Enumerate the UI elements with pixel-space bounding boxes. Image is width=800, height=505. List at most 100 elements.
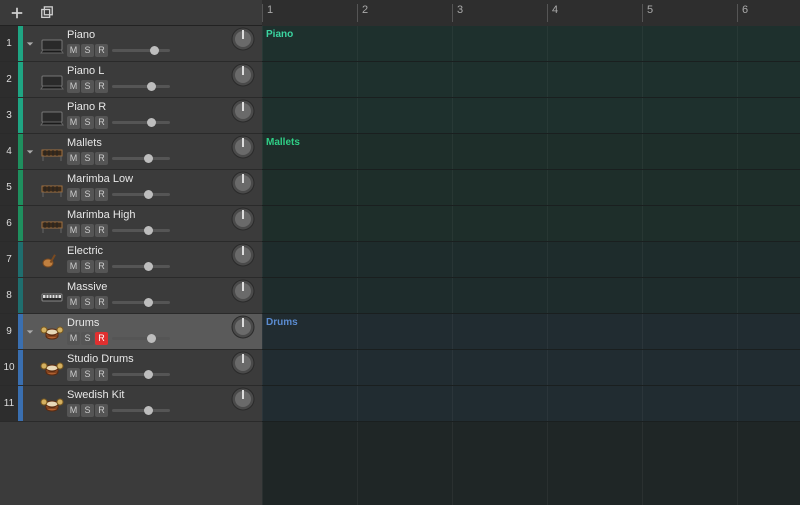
solo-button[interactable]: S bbox=[81, 116, 94, 129]
volume-slider[interactable] bbox=[112, 46, 170, 56]
track-row[interactable]: 6Marimba HighMSR bbox=[0, 206, 262, 242]
volume-slider[interactable] bbox=[112, 226, 170, 236]
volume-slider[interactable] bbox=[112, 82, 170, 92]
mute-button[interactable]: M bbox=[67, 44, 80, 57]
track-row[interactable]: 9DrumsMSR bbox=[0, 314, 262, 350]
solo-button[interactable]: S bbox=[81, 224, 94, 237]
record-button[interactable]: R bbox=[95, 44, 108, 57]
pan-knob[interactable] bbox=[230, 314, 256, 340]
pan-knob[interactable] bbox=[230, 278, 256, 304]
mute-button[interactable]: M bbox=[67, 404, 80, 417]
track-body: DrumsMSR bbox=[67, 314, 230, 349]
arrange-lane[interactable]: Mallets bbox=[262, 134, 800, 170]
disclosure-toggle[interactable] bbox=[23, 314, 37, 349]
arrange-lane[interactable] bbox=[262, 242, 800, 278]
mute-button[interactable]: M bbox=[67, 332, 80, 345]
add-track-button[interactable] bbox=[6, 4, 28, 22]
mallets-icon[interactable] bbox=[37, 134, 67, 169]
mute-button[interactable]: M bbox=[67, 188, 80, 201]
mallets-icon[interactable] bbox=[37, 206, 67, 241]
pan-knob[interactable] bbox=[230, 170, 256, 196]
track-row[interactable]: 1PianoMSR bbox=[0, 26, 262, 62]
pan-knob[interactable] bbox=[230, 242, 256, 268]
volume-slider[interactable] bbox=[112, 118, 170, 128]
pan-knob[interactable] bbox=[230, 62, 256, 88]
guitar-icon[interactable] bbox=[37, 242, 67, 277]
plus-icon bbox=[10, 6, 24, 20]
record-button[interactable]: R bbox=[95, 368, 108, 381]
track-row[interactable]: 3Piano RMSR bbox=[0, 98, 262, 134]
drums-icon[interactable] bbox=[37, 350, 67, 385]
msr-group: MSR bbox=[67, 404, 108, 417]
disclosure-toggle[interactable] bbox=[23, 134, 37, 169]
track-row[interactable]: 11Swedish KitMSR bbox=[0, 386, 262, 422]
solo-button[interactable]: S bbox=[81, 152, 94, 165]
solo-button[interactable]: S bbox=[81, 368, 94, 381]
record-button[interactable]: R bbox=[95, 224, 108, 237]
disclosure-toggle[interactable] bbox=[23, 26, 37, 61]
record-button[interactable]: R bbox=[95, 332, 108, 345]
arrange-lane[interactable]: Piano bbox=[262, 26, 800, 62]
arrange-lane[interactable]: Drums bbox=[262, 314, 800, 350]
record-button[interactable]: R bbox=[95, 188, 108, 201]
record-button[interactable]: R bbox=[95, 116, 108, 129]
arrange-lane[interactable] bbox=[262, 98, 800, 134]
mute-button[interactable]: M bbox=[67, 80, 80, 93]
mute-button[interactable]: M bbox=[67, 368, 80, 381]
solo-button[interactable]: S bbox=[81, 80, 94, 93]
track-row[interactable]: 7ElectricMSR bbox=[0, 242, 262, 278]
record-button[interactable]: R bbox=[95, 296, 108, 309]
pan-knob[interactable] bbox=[230, 350, 256, 376]
mute-button[interactable]: M bbox=[67, 116, 80, 129]
track-row[interactable]: 8MassiveMSR bbox=[0, 278, 262, 314]
volume-slider[interactable] bbox=[112, 370, 170, 380]
arrange-lane[interactable] bbox=[262, 206, 800, 242]
arrange-lane[interactable] bbox=[262, 278, 800, 314]
solo-button[interactable]: S bbox=[81, 188, 94, 201]
mute-button[interactable]: M bbox=[67, 296, 80, 309]
mallets-icon[interactable] bbox=[37, 170, 67, 205]
track-number: 3 bbox=[0, 98, 18, 133]
duplicate-track-button[interactable] bbox=[36, 4, 58, 22]
timeline-ruler[interactable]: 123456 bbox=[262, 0, 800, 26]
pan-knob[interactable] bbox=[230, 206, 256, 232]
track-row[interactable]: 2Piano LMSR bbox=[0, 62, 262, 98]
record-button[interactable]: R bbox=[95, 80, 108, 93]
solo-button[interactable]: S bbox=[81, 260, 94, 273]
volume-slider[interactable] bbox=[112, 190, 170, 200]
solo-button[interactable]: S bbox=[81, 296, 94, 309]
mute-button[interactable]: M bbox=[67, 224, 80, 237]
drums-icon[interactable] bbox=[37, 386, 67, 421]
pan-knob[interactable] bbox=[230, 386, 256, 412]
arrange-lane[interactable] bbox=[262, 62, 800, 98]
mute-button[interactable]: M bbox=[67, 260, 80, 273]
pan-knob[interactable] bbox=[230, 26, 256, 52]
volume-slider[interactable] bbox=[112, 334, 170, 344]
solo-button[interactable]: S bbox=[81, 404, 94, 417]
arrange-lane[interactable] bbox=[262, 386, 800, 422]
solo-button[interactable]: S bbox=[81, 44, 94, 57]
mute-button[interactable]: M bbox=[67, 152, 80, 165]
piano-icon[interactable] bbox=[37, 26, 67, 61]
track-row[interactable]: 5Marimba LowMSR bbox=[0, 170, 262, 206]
volume-slider[interactable] bbox=[112, 298, 170, 308]
solo-button[interactable]: S bbox=[81, 332, 94, 345]
track-row[interactable]: 10Studio DrumsMSR bbox=[0, 350, 262, 386]
arrange-lane[interactable] bbox=[262, 350, 800, 386]
record-button[interactable]: R bbox=[95, 260, 108, 273]
record-button[interactable]: R bbox=[95, 404, 108, 417]
drums-icon[interactable] bbox=[37, 314, 67, 349]
piano-icon[interactable] bbox=[37, 62, 67, 97]
ruler-bar: 2 bbox=[357, 4, 368, 22]
volume-slider[interactable] bbox=[112, 262, 170, 272]
track-row[interactable]: 4MalletsMSR bbox=[0, 134, 262, 170]
volume-slider[interactable] bbox=[112, 154, 170, 164]
pan-knob[interactable] bbox=[230, 134, 256, 160]
piano-icon[interactable] bbox=[37, 98, 67, 133]
arrange-area[interactable]: Piano Mallets Drums bbox=[262, 26, 800, 505]
pan-knob[interactable] bbox=[230, 98, 256, 124]
record-button[interactable]: R bbox=[95, 152, 108, 165]
keyboard-icon[interactable] bbox=[37, 278, 67, 313]
arrange-lane[interactable] bbox=[262, 170, 800, 206]
volume-slider[interactable] bbox=[112, 406, 170, 416]
